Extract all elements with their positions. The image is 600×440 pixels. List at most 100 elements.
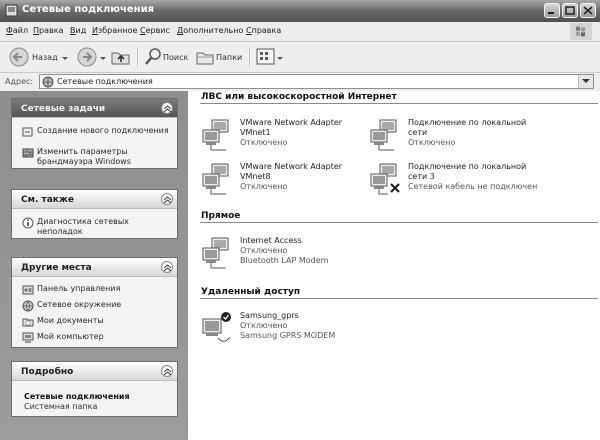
collapse-button[interactable] [161, 102, 173, 114]
menu-bar: Файл Правка Вид Избранное Сервис Дополни… [0, 22, 600, 42]
back-arrow-icon [9, 47, 29, 67]
connection-status: Сетевой кабель не подключен [408, 182, 538, 191]
see-also-title: См. также [21, 195, 74, 205]
close-button[interactable] [580, 3, 596, 18]
connection-name: Internet Access [240, 236, 302, 245]
address-dropdown-button[interactable] [578, 75, 593, 88]
connection-status: Отключено [240, 321, 288, 330]
maximize-button[interactable] [562, 3, 578, 18]
close-icon [583, 6, 593, 15]
minimize-button[interactable] [544, 3, 560, 18]
other-places-header[interactable]: Другие места [12, 258, 177, 277]
menu-view[interactable]: Вид [70, 26, 86, 35]
connection-name: Samsung_gprs [240, 311, 299, 320]
folders-button[interactable]: Папки [194, 46, 246, 68]
network-connections-icon [5, 4, 18, 17]
connection-name-2: сети [408, 128, 428, 137]
task-label: Изменить параметры брандмауэра Windows [37, 147, 131, 166]
lan-connection-icon [202, 163, 229, 195]
connection-device: Samsung GPRS MODEM [240, 331, 336, 340]
group-title-dialup: Удаленный доступ [201, 287, 301, 297]
network-places-icon [22, 300, 34, 312]
group-title-lan: ЛВС или высокоскоростной Интернет [201, 92, 397, 102]
window-title: Сетевые подключения [22, 4, 155, 15]
back-dropdown-icon[interactable] [62, 57, 68, 61]
chevron-up-icon [164, 105, 171, 112]
windows-logo-icon [570, 23, 592, 40]
connection-vmnet1[interactable]: VMware Network Adapter VMnet1 Отключено [200, 118, 395, 166]
address-field[interactable]: Сетевые подключения [39, 74, 594, 89]
lan-connection-icon [370, 119, 397, 151]
lan-connection-icon [202, 119, 229, 151]
place-my-documents[interactable]: Мои документы [22, 316, 172, 328]
see-also-box: См. также Диагностика сетевых неполадок [11, 189, 178, 239]
other-places-box: Другие места Панель управления Сетевое о… [11, 257, 178, 348]
task-diagnostics[interactable]: Диагностика сетевых неполадок [22, 217, 172, 237]
chevron-up-icon [164, 368, 171, 375]
chevron-up-icon [164, 264, 171, 271]
network-tasks-header[interactable]: Сетевые задачи [12, 99, 177, 118]
search-button[interactable]: Поиск [143, 46, 193, 68]
my-computer-icon [22, 332, 34, 343]
place-network-places[interactable]: Сетевое окружение [22, 300, 172, 312]
connection-name-2: сети 3 [408, 172, 435, 181]
place-control-panel[interactable]: Панель управления [22, 284, 172, 296]
network-tasks-title: Сетевые задачи [21, 104, 106, 114]
collapse-button[interactable] [161, 365, 173, 377]
place-label: Мои документы [37, 316, 104, 325]
task-pane: Сетевые задачи Создание нового подключен… [0, 91, 188, 440]
details-name: Сетевые подключения [24, 392, 130, 401]
control-panel-icon [22, 285, 34, 295]
my-documents-icon [22, 318, 34, 327]
new-connection-icon [22, 127, 33, 137]
connection-samsung-gprs[interactable]: Samsung_gprs Отключено Samsung GPRS MODE… [200, 311, 395, 359]
address-label: Адрес: [5, 77, 34, 86]
task-firewall-settings[interactable]: Изменить параметры брандмауэра Windows [22, 147, 172, 167]
up-folder-icon [111, 52, 130, 65]
menu-help[interactable]: Справка [246, 26, 281, 35]
connection-local-area[interactable]: Подключение по локальной сети Отключено [368, 118, 563, 166]
task-create-connection[interactable]: Создание нового подключения [22, 126, 172, 146]
place-my-computer[interactable]: Мой компьютер [22, 332, 172, 344]
see-also-header[interactable]: См. также [12, 190, 177, 209]
back-button[interactable]: Назад [8, 46, 68, 68]
folders-label: Папки [216, 53, 243, 62]
toolbar: Назад Поиск Папки [0, 42, 600, 73]
collapse-button[interactable] [161, 261, 173, 273]
connection-status: Отключено [408, 138, 456, 147]
menu-tools[interactable]: Сервис [140, 26, 170, 35]
toolbar-separator [137, 47, 139, 67]
connection-local-area-3[interactable]: Подключение по локальной сети 3 Сетевой … [368, 162, 563, 210]
network-connections-icon [42, 76, 54, 88]
forward-button[interactable] [76, 46, 100, 68]
connection-text: Samsung_gprs Отключено Samsung GPRS MODE… [240, 311, 390, 341]
connection-vmnet8[interactable]: VMware Network Adapter VMnet8 Отключено [200, 162, 395, 210]
search-icon [145, 48, 161, 65]
views-icon [256, 48, 275, 65]
place-label: Мой компьютер [37, 332, 104, 341]
chevron-down-icon [582, 79, 590, 83]
details-type: Системная папка [24, 402, 98, 411]
details-header[interactable]: Подробно [12, 362, 177, 381]
dialup-connection-icon [202, 312, 231, 342]
menu-file[interactable]: Файл [6, 26, 28, 35]
forward-dropdown-icon[interactable] [100, 57, 106, 61]
details-title: Подробно [21, 367, 74, 377]
collapse-button[interactable] [161, 193, 173, 205]
connection-device: Bluetooth LAP Modem [240, 256, 329, 265]
direct-connection-icon [202, 237, 229, 269]
connection-name: Подключение по локальной [408, 162, 527, 171]
menu-advanced[interactable]: Дополнительно [177, 26, 243, 35]
maximize-icon [565, 6, 575, 15]
info-icon [22, 217, 34, 229]
folders-icon [196, 52, 214, 65]
menu-favorites[interactable]: Избранное [92, 26, 137, 35]
group-title-direct: Прямое [201, 211, 241, 221]
connection-text: Internet Access Отключено Bluetooth LAP … [240, 236, 390, 266]
connection-internet-access[interactable]: Internet Access Отключено Bluetooth LAP … [200, 236, 395, 284]
toolbar-separator [249, 47, 251, 67]
menu-edit[interactable]: Правка [33, 26, 63, 35]
place-label: Панель управления [37, 284, 121, 293]
up-folder-button[interactable] [110, 46, 132, 68]
views-dropdown-icon[interactable] [277, 57, 283, 61]
